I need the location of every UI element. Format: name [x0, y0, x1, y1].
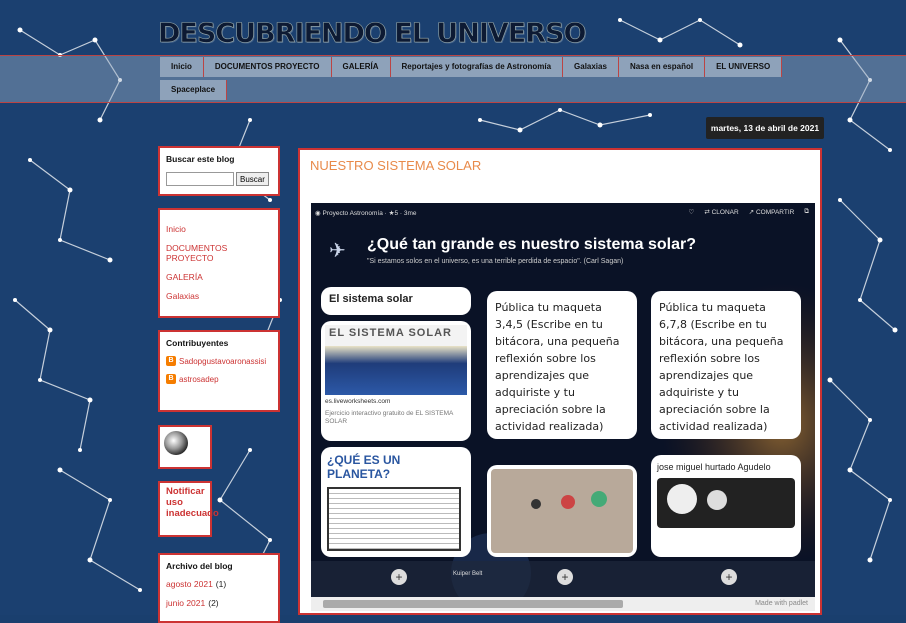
contributors-widget: Contribuyentes B Sadopgustavoaronassisi Ba… — [158, 330, 280, 412]
card-image-title: EL SISTEMA SOLAR — [329, 327, 452, 339]
pages-list: Inicio DOCUMENTOS PROYECTO GALERÍA Galaxias — [166, 224, 272, 301]
card-text: Pública tu maqueta 3,4,5 (Escribe en tu … — [495, 301, 620, 433]
archive-item: junio 2021 (2) — [166, 598, 272, 608]
page-link-galeria[interactable]: GALERÍA — [166, 272, 272, 282]
padlet-avatar-icon: ◉ — [315, 210, 321, 217]
external-link-icon[interactable]: ⧉ — [804, 208, 809, 216]
contributor-name: astrosadep — [179, 374, 219, 384]
nav-item-galeria[interactable]: GALERÍA — [331, 57, 391, 77]
nav-item-nasa-en-espanol[interactable]: Nasa en español — [618, 57, 706, 77]
post-card-que-es-un-planeta[interactable]: ¿QUÉ ES UN PLANETA? — [321, 447, 471, 557]
post-card-photo-student[interactable]: jose miguel hurtado Agudelo — [651, 455, 801, 557]
padlet-embed[interactable]: ◉ Proyecto Astronomía · ★5 · 3me ♡ ⇄ CLO… — [311, 203, 815, 597]
padlet-title: ¿Qué tan grande es nuestro sistema solar… — [367, 236, 696, 253]
archive-link[interactable]: junio 2021 — [166, 598, 205, 608]
padlet-subtitle: "Si estamos solos en el universo, es una… — [367, 258, 624, 265]
report-widget: Notificar uso inadecuado — [158, 481, 219, 537]
heart-icon[interactable]: ♡ — [688, 208, 694, 216]
search-widget: Buscar este blog Buscar — [158, 146, 280, 196]
contributors-list: B Sadopgustavoaronassisi Bastrosadep — [166, 356, 272, 384]
post-container: NUESTRO SISTEMA SOLAR ◉ Proyecto Astrono… — [298, 148, 822, 615]
nav-item-spaceplace[interactable]: Spaceplace — [160, 80, 228, 100]
archive-item: agosto 2021 (1) — [166, 579, 272, 589]
nav-row-primary: Inicio DOCUMENTOS PROYECTO GALERÍA Reportaj… — [160, 57, 783, 77]
post-card-maqueta-678[interactable]: Pública tu maqueta 6,7,8 (Escribe en tu … — [651, 291, 801, 439]
add-post-button[interactable]: + — [391, 569, 407, 585]
nav-item-inicio[interactable]: Inicio — [160, 57, 204, 77]
card-document-thumbnail — [327, 487, 461, 551]
horizontal-scrollbar[interactable] — [311, 597, 815, 611]
card-heading: ¿QUÉ ES UN PLANETA? — [327, 453, 401, 481]
avatar-widget — [158, 425, 212, 469]
search-input[interactable] — [166, 172, 234, 186]
search-button[interactable]: Buscar — [236, 172, 269, 186]
post-card-maqueta-345[interactable]: Pública tu maqueta 3,4,5 (Escribe en tu … — [487, 291, 637, 439]
padlet-age: 3me — [403, 210, 417, 217]
pages-widget: Inicio DOCUMENTOS PROYECTO GALERÍA Galaxias — [158, 208, 280, 318]
blogger-icon: B — [166, 356, 176, 366]
add-post-button[interactable]: + — [721, 569, 737, 585]
nav-item-el-universo[interactable]: EL UNIVERSO — [705, 57, 783, 77]
nav-bar: Inicio DOCUMENTOS PROYECTO GALERÍA Reportaj… — [0, 55, 906, 103]
add-post-button[interactable]: + — [557, 569, 573, 585]
archive-widget: Archivo del blog agosto 2021 (1) junio 202… — [158, 553, 280, 623]
contributor-item[interactable]: Bastrosadep — [166, 374, 272, 384]
padlet-actions: ♡ ⇄ CLONAR ↗ COMPARTIR ⧉ — [688, 208, 809, 216]
nav-item-reportajes-y-fotografias-de-astronomia[interactable]: Reportajes y fotografías de Astronomía — [390, 57, 564, 77]
date-header: martes, 13 de abril de 2021 — [706, 117, 824, 139]
card-description: Ejercicio interactivo gratuito de EL SIS… — [325, 410, 454, 425]
nav-item-documentos-proyecto[interactable]: DOCUMENTOS PROYECTO — [203, 57, 332, 77]
column-title: El sistema solar — [329, 293, 413, 305]
padlet-header: ◉ Proyecto Astronomía · ★5 · 3me — [315, 210, 417, 217]
archive-link[interactable]: agosto 2021 — [166, 579, 213, 589]
padlet-author[interactable]: Proyecto Astronomía — [322, 210, 382, 217]
made-with-padlet[interactable]: Made with padlet — [755, 600, 808, 607]
avatar[interactable] — [164, 431, 188, 455]
footer-label: Kuiper Belt — [453, 571, 483, 577]
card-image: EL SISTEMA SOLAR — [325, 325, 467, 395]
search-heading: Buscar este blog — [166, 154, 235, 164]
contributor-item[interactable]: B Sadopgustavoaronassisi — [166, 356, 272, 366]
satellite-icon: ✈ — [329, 240, 346, 262]
card-photo — [657, 478, 795, 528]
share-button[interactable]: ↗ COMPARTIR — [749, 208, 795, 216]
nav-item-galaxias[interactable]: Galaxias — [563, 57, 619, 77]
page-link-documentos-proyecto[interactable]: DOCUMENTOS PROYECTO — [166, 243, 272, 263]
archive-count: (2) — [208, 598, 219, 608]
archive-heading: Archivo del blog — [166, 561, 233, 571]
post-card-sistema-solar[interactable]: EL SISTEMA SOLAR es.liveworksheets.com E… — [321, 321, 471, 441]
post-title[interactable]: NUESTRO SISTEMA SOLAR — [310, 158, 481, 173]
clone-button[interactable]: ⇄ CLONAR — [704, 208, 738, 216]
site-title[interactable]: DESCUBRIENDO EL UNIVERSO — [158, 18, 587, 50]
column-header-card[interactable]: El sistema solar — [321, 287, 471, 315]
report-abuse-link[interactable]: Notificar uso inadecuado — [166, 486, 219, 519]
contributor-name: Sadopgustavoaronassisi — [179, 356, 267, 366]
contributors-heading: Contribuyentes — [166, 338, 229, 348]
card-text: Pública tu maqueta 6,7,8 (Escribe en tu … — [659, 301, 784, 433]
padlet-likes: 5 — [394, 210, 399, 217]
page-link-galaxias[interactable]: Galaxias — [166, 291, 272, 301]
padlet-footer: + Kuiper Belt + + — [311, 561, 815, 597]
page-link-inicio[interactable]: Inicio — [166, 224, 272, 234]
post-card-photo-planets[interactable] — [487, 465, 637, 557]
nav-row-secondary: Spaceplace — [160, 80, 228, 100]
archive-count: (1) — [215, 579, 227, 589]
scrollbar-thumb[interactable] — [323, 600, 623, 608]
archive-list: agosto 2021 (1) junio 2021 (2) — [166, 579, 272, 608]
card-author: jose miguel hurtado Agudelo — [657, 462, 771, 472]
card-domain: es.liveworksheets.com — [325, 398, 391, 405]
blogger-icon: B — [166, 374, 176, 384]
card-photo — [491, 469, 633, 553]
